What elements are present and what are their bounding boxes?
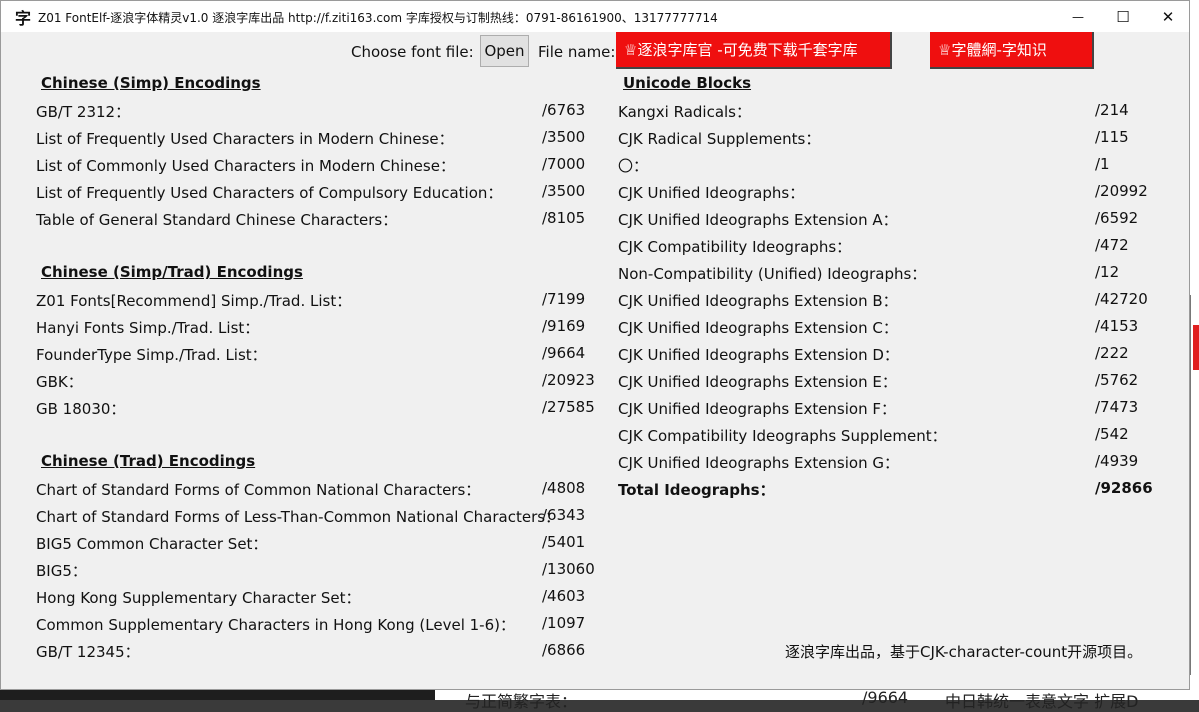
trad-section-title: Chinese (Trad) Encodings: [41, 452, 256, 470]
simp-row-value: /8105: [542, 209, 586, 227]
trad-row-label: BIG5 Common Character Set：: [36, 535, 268, 553]
total-ideographs-value: /92866: [1095, 479, 1153, 497]
trad-row-label: Hong Kong Supplementary Character Set：: [36, 589, 361, 607]
unicode-row-label: CJK Unified Ideographs Extension C：: [618, 319, 898, 337]
simp-trad-row-label: Hanyi Fonts Simp./Trad. List：: [36, 319, 260, 337]
minimize-icon: —: [1072, 9, 1084, 24]
maximize-button[interactable]: ☐: [1100, 1, 1146, 32]
maximize-icon: ☐: [1116, 7, 1130, 26]
trad-row-value: /6866: [542, 641, 586, 659]
trad-row-value: /4603: [542, 587, 586, 605]
open-button[interactable]: Open: [480, 35, 529, 67]
simp-trad-section-title: Chinese (Simp/Trad) Encodings: [41, 263, 303, 281]
close-button[interactable]: ✕: [1145, 1, 1191, 32]
simp-row-value: /6763: [542, 101, 586, 119]
simp-row-value: /3500: [542, 128, 586, 146]
simp-trad-row-value: /27585: [542, 398, 595, 416]
unicode-row-value: /214: [1095, 101, 1129, 119]
unicode-row-value: /6592: [1095, 209, 1139, 227]
trad-row-label: Chart of Standard Forms of Common Nation…: [36, 481, 481, 499]
simp-section-title: Chinese (Simp) Encodings: [41, 74, 261, 92]
simp-trad-row-label: Z01 Fonts[Recommend] Simp./Trad. List：: [36, 292, 352, 310]
simp-row-value: /3500: [542, 182, 586, 200]
trad-row-value: /4808: [542, 479, 586, 497]
unicode-row-value: /5762: [1095, 371, 1139, 389]
trad-row-label: Chart of Standard Forms of Less-Than-Com…: [36, 508, 561, 526]
unicode-row-label: CJK Unified Ideographs Extension F：: [618, 400, 896, 418]
unicode-row-label: Kangxi Radicals：: [618, 103, 752, 121]
background-red-tab: [1193, 325, 1199, 370]
simp-row-label: List of Commonly Used Characters in Mode…: [36, 157, 455, 175]
unicode-row-value: /4939: [1095, 452, 1139, 470]
unicode-row-label: CJK Radical Supplements：: [618, 130, 821, 148]
simp-row-label: List of Frequently Used Characters in Mo…: [36, 130, 454, 148]
unicode-section-title: Unicode Blocks: [623, 74, 752, 92]
close-icon: ✕: [1161, 7, 1175, 26]
unicode-row-value: /7473: [1095, 398, 1139, 416]
total-ideographs-label: Total Ideographs：: [618, 481, 775, 499]
background-dark-area: [0, 690, 435, 700]
choose-font-label: Choose font file:: [351, 43, 474, 61]
unicode-row-label: CJK Unified Ideographs：: [618, 184, 805, 202]
unicode-row-label: CJK Unified Ideographs Extension A：: [618, 211, 898, 229]
simp-trad-row-value: /20923: [542, 371, 595, 389]
simp-trad-row-value: /7199: [542, 290, 586, 308]
unicode-row-value: /115: [1095, 128, 1129, 146]
simp-row-label: GB/T 2312：: [36, 103, 131, 121]
footer-note: 逐浪字库出品，基于CJK-character-count开源项目。: [785, 643, 1143, 661]
app-icon: 字: [15, 9, 32, 28]
trad-row-label: Common Supplementary Characters in Hong …: [36, 616, 515, 634]
zitiwang-banner-link[interactable]: ♕字體網-字知识: [930, 32, 1094, 69]
simp-row-label: Table of General Standard Chinese Charac…: [36, 211, 398, 229]
unicode-row-value: /1: [1095, 155, 1110, 173]
unicode-row-label: CJK Compatibility Ideographs：: [618, 238, 852, 256]
simp-trad-row-value: /9664: [542, 344, 586, 362]
unicode-row-value: /12: [1095, 263, 1120, 281]
trad-row-value: /5401: [542, 533, 586, 551]
background-text-left: 与正简繁字表：: [465, 692, 578, 711]
simp-trad-row-label: FounderType Simp./Trad. List：: [36, 346, 267, 364]
unicode-row-label: 〇：: [618, 157, 649, 175]
background-window-edge: [1190, 0, 1199, 700]
unicode-row-label: CJK Unified Ideographs Extension D：: [618, 346, 899, 364]
unicode-row-value: /42720: [1095, 290, 1148, 308]
file-name-label: File name:: [538, 43, 616, 61]
unicode-row-label: Non-Compatibility (Unified) Ideographs：: [618, 265, 927, 283]
minimize-button[interactable]: —: [1055, 1, 1101, 32]
simp-trad-row-label: GBK：: [36, 373, 83, 391]
simp-trad-row-value: /9169: [542, 317, 586, 335]
unicode-row-value: /472: [1095, 236, 1129, 254]
window-title: Z01 FontElf-逐浪字体精灵v1.0 逐浪字库出品 http://f.z…: [38, 11, 718, 25]
background-text-right: 中日韩统一表意文字 扩展D: [945, 692, 1139, 711]
unicode-row-label: CJK Unified Ideographs Extension B：: [618, 292, 898, 310]
ziti-banner-link[interactable]: ♕逐浪字库官 -可免费下载千套字库: [616, 32, 892, 69]
trad-row-value: /6343: [542, 506, 586, 524]
main-window: 字 Z01 FontElf-逐浪字体精灵v1.0 逐浪字库出品 http://f…: [0, 0, 1190, 690]
title-bar[interactable]: 字 Z01 FontElf-逐浪字体精灵v1.0 逐浪字库出品 http://f…: [1, 1, 1189, 32]
unicode-row-label: CJK Unified Ideographs Extension G：: [618, 454, 899, 472]
simp-trad-row-label: GB 18030：: [36, 400, 126, 418]
unicode-row-value: /222: [1095, 344, 1129, 362]
unicode-row-label: CJK Unified Ideographs Extension E：: [618, 373, 897, 391]
trad-row-value: /1097: [542, 614, 586, 632]
unicode-row-value: /20992: [1095, 182, 1148, 200]
trad-row-label: GB/T 12345：: [36, 643, 140, 661]
background-text-mid: /9664: [862, 688, 909, 707]
simp-row-value: /7000: [542, 155, 586, 173]
simp-row-label: List of Frequently Used Characters of Co…: [36, 184, 503, 202]
unicode-row-value: /542: [1095, 425, 1129, 443]
trad-row-label: BIG5：: [36, 562, 87, 580]
unicode-row-label: CJK Compatibility Ideographs Supplement：: [618, 427, 947, 445]
unicode-row-value: /4153: [1095, 317, 1139, 335]
background-divider: [1190, 295, 1191, 675]
trad-row-value: /13060: [542, 560, 595, 578]
